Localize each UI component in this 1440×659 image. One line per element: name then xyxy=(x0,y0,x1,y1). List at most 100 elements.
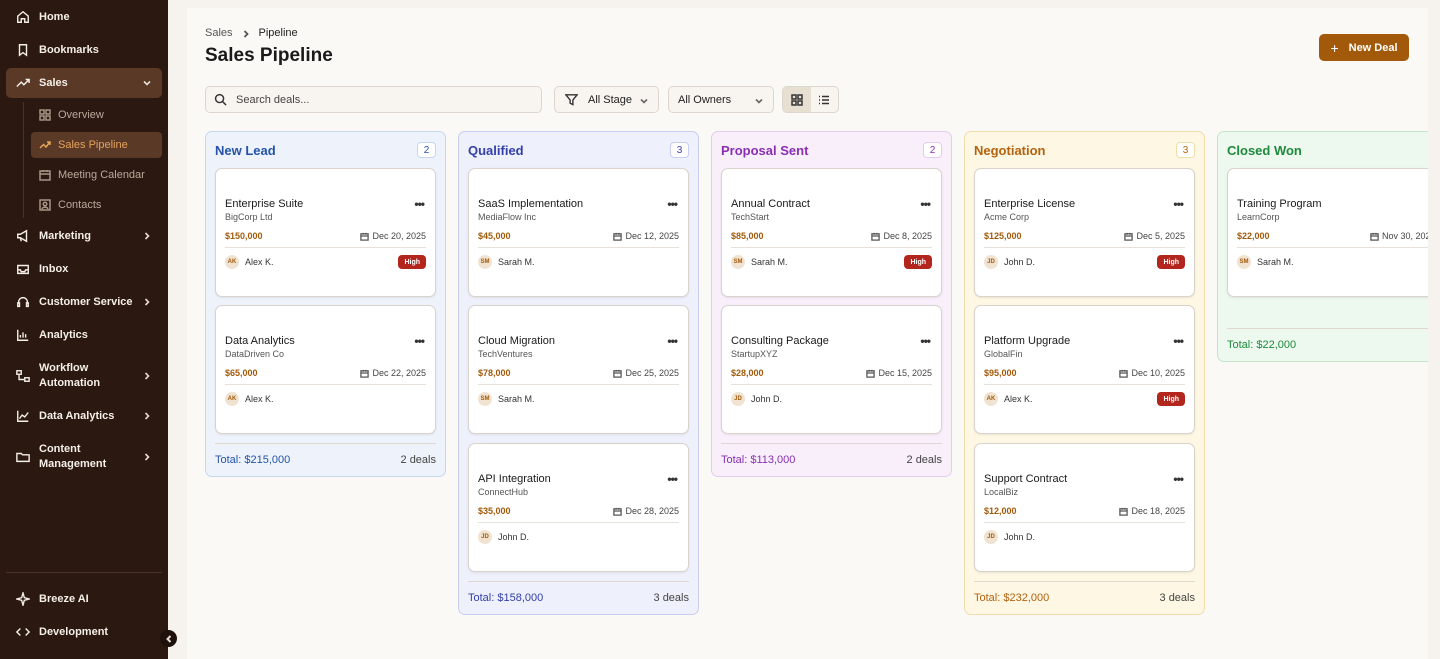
more-icon[interactable]: ••• xyxy=(667,197,678,211)
priority-badge: High xyxy=(398,255,426,269)
chevron-down-icon xyxy=(640,96,648,104)
sidebar-item-data-analytics[interactable]: Data Analytics xyxy=(6,401,162,431)
sidebar-item-label: Content Management xyxy=(39,443,107,470)
avatar: SM xyxy=(478,392,492,406)
sidebar-item-workflow-automation[interactable]: Workflow Automation xyxy=(6,357,162,395)
sidebar-subitem-overview[interactable]: Overview xyxy=(31,102,162,128)
deal-owner: John D. xyxy=(1004,257,1036,267)
bookmark-icon xyxy=(16,43,30,57)
chevron-right-icon xyxy=(142,411,152,421)
sidebar-item-home[interactable]: Home xyxy=(6,2,162,32)
more-icon[interactable]: ••• xyxy=(414,334,425,348)
deal-date: Dec 12, 2025 xyxy=(613,231,679,241)
deal-card[interactable]: Annual Contract TechStart ••• $85,000 De… xyxy=(721,168,942,297)
sidebar-collapse-button[interactable] xyxy=(160,630,177,647)
deal-card[interactable]: Data Analytics DataDriven Co ••• $65,000… xyxy=(215,305,436,434)
card-divider xyxy=(225,384,426,385)
avatar: JD xyxy=(478,530,492,544)
owners-filter-select[interactable]: All Owners xyxy=(668,86,774,113)
deal-card[interactable]: Enterprise Suite BigCorp Ltd ••• $150,00… xyxy=(215,168,436,297)
card-divider xyxy=(731,384,932,385)
deal-title: Platform Upgrade xyxy=(984,335,1071,347)
more-icon[interactable]: ••• xyxy=(667,334,678,348)
sidebar-item-bookmarks[interactable]: Bookmarks xyxy=(6,35,162,65)
calendar-icon xyxy=(39,169,51,181)
more-icon[interactable]: ••• xyxy=(1173,197,1184,211)
column-total: Total: $215,000 xyxy=(215,454,291,466)
deal-date-text: Dec 25, 2025 xyxy=(625,368,679,378)
more-icon[interactable]: ••• xyxy=(1173,472,1184,486)
more-icon[interactable]: ••• xyxy=(1173,334,1184,348)
sidebar-subitem-contacts[interactable]: Contacts xyxy=(31,192,162,218)
more-icon[interactable]: ••• xyxy=(414,197,425,211)
column-title: Closed Won xyxy=(1227,143,1302,158)
deal-title: Support Contract xyxy=(984,473,1068,485)
deal-owner: Alex K. xyxy=(245,394,274,404)
deal-card[interactable]: Support Contract LocalBiz ••• $12,000 De… xyxy=(974,443,1195,572)
deal-card[interactable]: Platform Upgrade GlobalFin ••• $95,000 D… xyxy=(974,305,1195,434)
deal-date-text: Dec 22, 2025 xyxy=(372,368,426,378)
search-box xyxy=(205,86,542,113)
sidebar-subitem-meeting-calendar[interactable]: Meeting Calendar xyxy=(31,162,162,188)
sidebar-item-label: Bookmarks xyxy=(39,44,99,56)
deal-date-text: Dec 18, 2025 xyxy=(1131,506,1185,516)
deal-card[interactable]: Cloud Migration TechVentures ••• $78,000… xyxy=(468,305,689,434)
pipeline-column-closed-won: Closed Won Training Program LearnCorp $2… xyxy=(1217,131,1428,362)
deal-card[interactable]: API Integration ConnectHub ••• $35,000 D… xyxy=(468,443,689,572)
list-view-button[interactable] xyxy=(811,87,839,112)
megaphone-icon xyxy=(16,229,30,243)
sidebar-item-inbox[interactable]: Inbox xyxy=(6,254,162,284)
calendar-icon xyxy=(871,232,881,241)
column-footer: Total: $215,000 2 deals xyxy=(215,443,436,466)
deal-date: Dec 20, 2025 xyxy=(360,231,426,241)
sidebar-item-analytics[interactable]: Analytics xyxy=(6,320,162,350)
chevron-down-icon xyxy=(142,78,152,88)
deal-date-text: Dec 15, 2025 xyxy=(878,368,932,378)
avatar: AK xyxy=(225,392,239,406)
deal-title: Enterprise Suite xyxy=(225,198,304,210)
bar-chart-icon xyxy=(16,328,30,342)
priority-badge: High xyxy=(904,255,932,269)
sidebar-item-development[interactable]: Development xyxy=(6,617,162,647)
sidebar-item-sales[interactable]: Sales xyxy=(6,68,162,98)
sidebar-item-customer-service[interactable]: Customer Service xyxy=(6,287,162,317)
stage-filter-select[interactable]: All Stage xyxy=(554,86,659,113)
calendar-icon xyxy=(613,232,623,241)
column-count-badge: 2 xyxy=(417,142,436,158)
more-icon[interactable]: ••• xyxy=(920,334,931,348)
board-view-button[interactable] xyxy=(783,87,811,112)
deal-card[interactable]: SaaS Implementation MediaFlow Inc ••• $4… xyxy=(468,168,689,297)
submenu-guide xyxy=(23,102,24,218)
avatar: JD xyxy=(984,255,998,269)
avatar: SM xyxy=(1237,255,1251,269)
sidebar-item-breeze-ai[interactable]: Breeze AI xyxy=(6,584,162,614)
deal-amount: $150,000 xyxy=(225,231,263,241)
card-divider xyxy=(478,247,679,248)
deal-card[interactable]: Enterprise License Acme Corp ••• $125,00… xyxy=(974,168,1195,297)
inbox-icon xyxy=(16,262,30,276)
more-icon[interactable]: ••• xyxy=(667,472,678,486)
deal-company: GlobalFin xyxy=(984,349,1023,359)
breadcrumb-current: Pipeline xyxy=(258,27,298,39)
deal-owner: Alex K. xyxy=(1004,394,1033,404)
chevron-down-icon xyxy=(755,96,763,104)
sidebar-subitem-sales-pipeline[interactable]: Sales Pipeline xyxy=(31,132,162,158)
avatar: SM xyxy=(478,255,492,269)
sidebar-item-content-management[interactable]: Content Management xyxy=(6,438,162,476)
column-title: Proposal Sent xyxy=(721,143,809,158)
deal-amount: $12,000 xyxy=(984,506,1017,516)
sidebar: Home Bookmarks Sales Overview Sales Pipe… xyxy=(0,0,177,659)
deal-card[interactable]: Training Program LearnCorp $22,000 Nov 3… xyxy=(1227,168,1428,297)
card-divider xyxy=(984,247,1185,248)
sidebar-item-marketing[interactable]: Marketing xyxy=(6,221,162,251)
code-icon xyxy=(16,625,30,639)
breadcrumb-link-sales[interactable]: Sales xyxy=(205,27,233,39)
sidebar-item-label: Breeze AI xyxy=(39,593,89,605)
avatar: AK xyxy=(225,255,239,269)
deal-card[interactable]: Consulting Package StartupXYZ ••• $28,00… xyxy=(721,305,942,434)
more-icon[interactable]: ••• xyxy=(920,197,931,211)
new-deal-button[interactable]: + New Deal xyxy=(1319,34,1409,61)
sidebar-item-label: Sales xyxy=(39,77,68,89)
search-input[interactable] xyxy=(236,93,516,106)
deal-owner: Sarah M. xyxy=(751,257,788,267)
